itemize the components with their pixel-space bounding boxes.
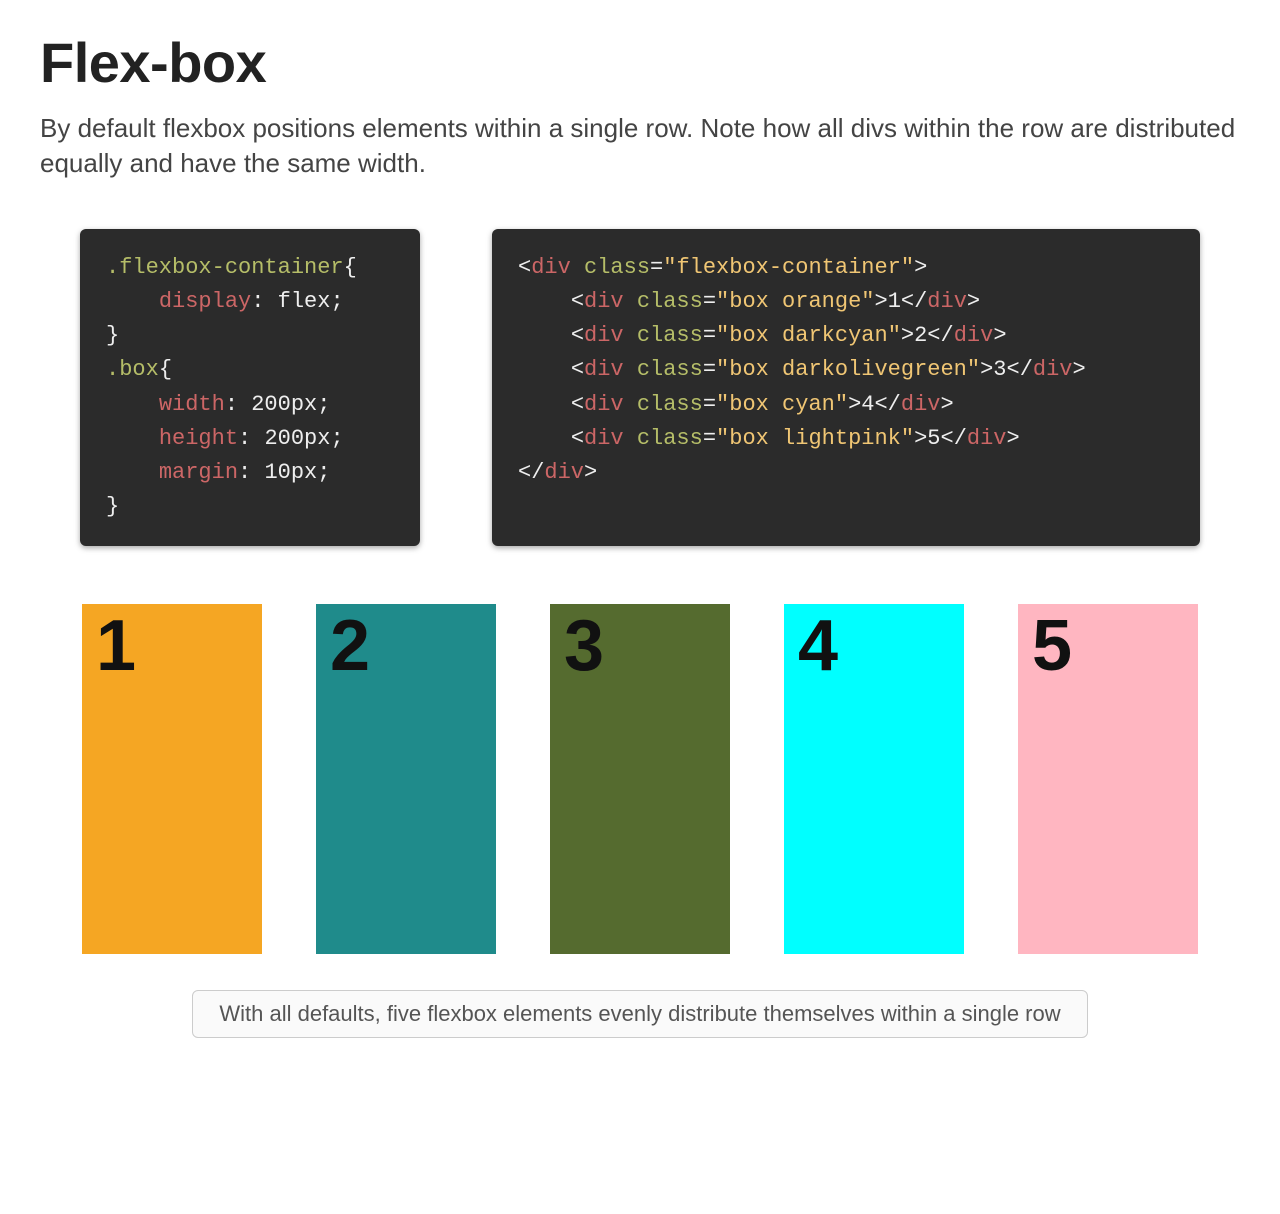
demo-box-3: 3 — [550, 604, 730, 954]
css-val: 10px — [264, 460, 317, 485]
css-code-block: .flexbox-container{ display: flex; } .bo… — [80, 229, 420, 546]
css-selector: .flexbox-container — [106, 255, 344, 280]
css-val: 200px — [264, 426, 330, 451]
css-prop: height — [159, 426, 238, 451]
flex-demo: 1 2 3 4 5 — [64, 594, 1216, 964]
code-row: .flexbox-container{ display: flex; } .bo… — [80, 229, 1200, 546]
css-val: 200px — [251, 392, 317, 417]
css-prop: width — [159, 392, 225, 417]
demo-box-2: 2 — [316, 604, 496, 954]
flexbox-container: 1 2 3 4 5 — [64, 594, 1216, 964]
demo-box-1: 1 — [82, 604, 262, 954]
page-title: Flex-box — [40, 30, 1240, 95]
css-prop: margin — [159, 460, 238, 485]
demo-box-4: 4 — [784, 604, 964, 954]
css-val: flex — [278, 289, 331, 314]
css-prop: display — [159, 289, 251, 314]
demo-box-5: 5 — [1018, 604, 1198, 954]
html-code-block: <div class="flexbox-container"> <div cla… — [492, 229, 1200, 546]
figure-caption: With all defaults, five flexbox elements… — [192, 990, 1087, 1038]
css-selector: .box — [106, 357, 159, 382]
intro-paragraph: By default flexbox positions elements wi… — [40, 111, 1240, 181]
